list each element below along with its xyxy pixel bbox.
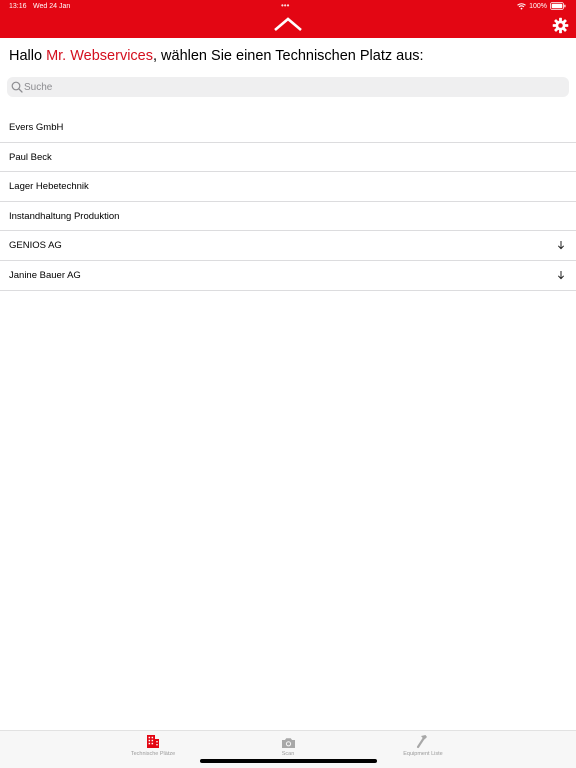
status-time: 13:16 <box>9 3 27 10</box>
list-item-paul-beck[interactable]: Paul Beck <box>0 143 576 173</box>
tab-technische-plaetze[interactable]: Technische Plätze <box>113 734 193 764</box>
tab-label: Equipment Liste <box>403 751 443 757</box>
header-bar: 13:16 Wed 24 Jan ••• 100% <box>0 0 576 38</box>
search-bar[interactable] <box>7 77 569 97</box>
tab-equipment-liste[interactable]: Equipment Liste <box>383 734 463 764</box>
hammer-icon <box>416 735 427 749</box>
list-item-label: Lager Hebetechnik <box>9 181 89 193</box>
camera-icon <box>281 738 295 748</box>
list-item-genios-ag[interactable]: GENIOS AG <box>0 231 576 261</box>
arrow-down-icon[interactable] <box>557 270 565 280</box>
search-icon <box>11 81 23 93</box>
list-item-evers-gmbh[interactable]: Evers GmbH <box>0 113 576 143</box>
battery-icon <box>550 2 566 10</box>
arrow-down-icon[interactable] <box>557 240 565 250</box>
tab-label: Scan <box>281 751 295 757</box>
list-item-label: GENIOS AG <box>9 240 62 252</box>
list-item-label: Evers GmbH <box>9 122 64 133</box>
wifi-icon <box>517 2 526 9</box>
greeting-heading: Hallo Mr. Webservices, wählen Sie einen … <box>9 48 424 64</box>
greeting-suffix: , wählen Sie einen Technischen Platz aus… <box>152 48 424 64</box>
list-item-label: Paul Beck <box>9 151 52 163</box>
list-item-lager-hebetechnik[interactable]: Lager Hebetechnik <box>0 172 576 202</box>
technical-places-list: Evers GmbH Paul Beck Lager Hebetechnik I… <box>0 113 576 291</box>
gear-icon[interactable] <box>552 17 569 34</box>
list-item-label: Janine Bauer AG <box>9 269 81 281</box>
list-item-label: Instandhaltung Produktion <box>9 210 120 222</box>
battery-percentage: 100% <box>529 2 547 10</box>
roof-logo-icon <box>274 17 302 31</box>
building-icon <box>147 735 159 748</box>
user-name: Mr. Webservices <box>46 48 153 64</box>
list-item-janine-bauer-ag[interactable]: Janine Bauer AG <box>0 261 576 291</box>
greeting-prefix: Hallo <box>9 48 47 64</box>
list-item-instandhaltung-produktion[interactable]: Instandhaltung Produktion <box>0 202 576 232</box>
home-indicator[interactable] <box>200 759 377 763</box>
status-date: Wed 24 Jan <box>33 3 71 10</box>
multitasking-dots[interactable]: ••• <box>281 1 289 10</box>
search-input[interactable] <box>24 77 554 97</box>
tab-label: Technische Plätze <box>130 751 176 757</box>
status-indicators: 100% <box>517 2 566 10</box>
